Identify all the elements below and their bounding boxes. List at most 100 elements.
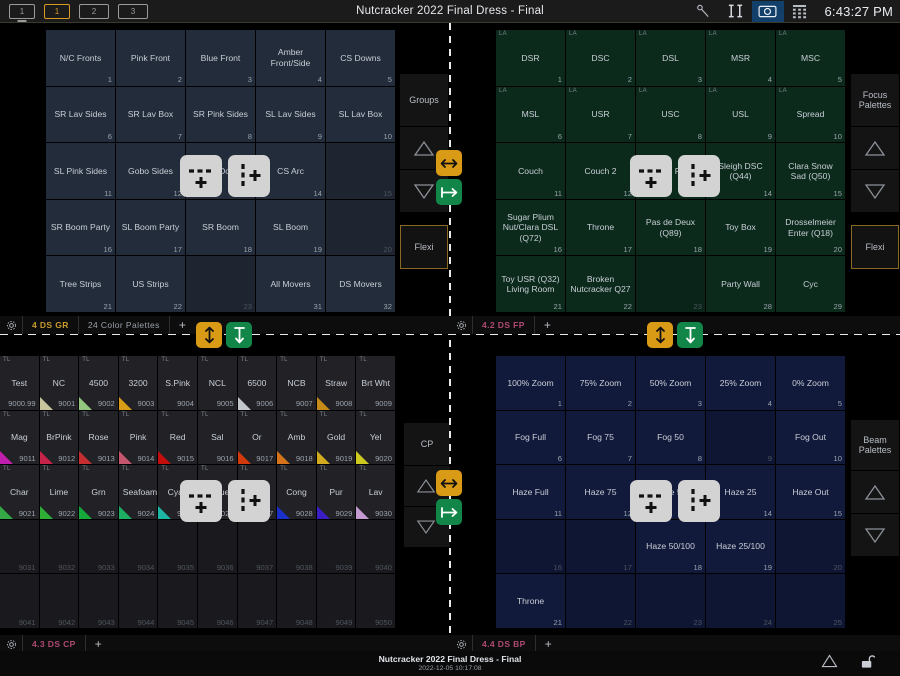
palette-cell[interactable]: TLGrn9023 [79, 465, 118, 519]
beam-page-up-button[interactable] [851, 471, 899, 513]
gear-icon[interactable] [450, 639, 472, 650]
split-horizontal-cursor[interactable] [180, 480, 222, 522]
palette-cell[interactable]: SL Boom Party17 [116, 200, 185, 256]
palette-cell[interactable]: LADSL3 [636, 30, 705, 86]
split-horizontal-cursor[interactable] [630, 155, 672, 197]
palette-cell[interactable]: TL32009003 [119, 356, 158, 410]
palette-cell[interactable]: Fog 757 [566, 411, 635, 465]
palette-cell[interactable]: TLTest9000.99 [0, 356, 39, 410]
palette-cell[interactable]: 9032 [40, 520, 79, 574]
palette-cell[interactable]: 25% Zoom4 [706, 356, 775, 410]
palette-cell[interactable]: Gobo Sides12 [116, 143, 185, 199]
palette-cell[interactable]: Pink Front2 [116, 30, 185, 86]
palette-cell[interactable]: 15 [326, 143, 395, 199]
palette-cell[interactable]: TL45009002 [79, 356, 118, 410]
palette-cell[interactable]: 9031 [0, 520, 39, 574]
palette-cell[interactable]: TLNCL9005 [198, 356, 237, 410]
palette-cell[interactable]: TLS.Pink9004 [158, 356, 197, 410]
palette-cell[interactable]: 9 [706, 411, 775, 465]
palette-cell[interactable]: Toy Box19 [706, 200, 775, 256]
palette-cell[interactable]: TLChar9021 [0, 465, 39, 519]
palette-cell[interactable]: 20 [776, 520, 845, 574]
resize-vertical-handle-left[interactable] [196, 322, 222, 348]
palette-cell[interactable]: LAMSL6 [496, 87, 565, 143]
resize-horizontal-handle-top[interactable] [436, 150, 462, 176]
palette-cell[interactable]: 9035 [158, 520, 197, 574]
palette-cell[interactable]: TLMag9011 [0, 411, 39, 465]
magic-wand-icon[interactable] [688, 1, 720, 22]
palette-cell[interactable]: SR Boom18 [186, 200, 255, 256]
resize-vertical-handle-right[interactable] [647, 322, 673, 348]
palette-cell[interactable]: TLStraw9008 [317, 356, 356, 410]
groups-flexi-button[interactable]: Flexi [400, 225, 448, 269]
palette-cell[interactable]: 17 [566, 520, 635, 574]
palette-cell[interactable]: 16 [496, 520, 565, 574]
palette-cell[interactable]: 9041 [0, 574, 39, 628]
palette-cell[interactable]: N/C Fronts1 [46, 30, 115, 86]
palette-cell[interactable]: 25 [776, 574, 845, 628]
gear-icon[interactable] [450, 320, 472, 331]
palette-cell[interactable]: TLNC9001 [40, 356, 79, 410]
split-horizontal-cursor[interactable] [630, 480, 672, 522]
palette-cell[interactable]: TLLav9030 [356, 465, 395, 519]
palette-cell[interactable]: 23 [186, 256, 255, 312]
palette-cell[interactable]: Haze 7512 [566, 465, 635, 519]
palette-cell[interactable]: TLPur9029 [317, 465, 356, 519]
palette-cell[interactable]: 9039 [317, 520, 356, 574]
palette-cell[interactable]: 9033 [79, 520, 118, 574]
palette-cell[interactable]: 9034 [119, 520, 158, 574]
palette-cell[interactable]: LAUSR7 [566, 87, 635, 143]
focus-page-up-button[interactable] [851, 127, 899, 169]
palette-cell[interactable]: Cyc29 [776, 256, 845, 312]
palette-cell[interactable]: LADSC2 [566, 30, 635, 86]
snap-down-handle-left[interactable] [226, 322, 252, 348]
palette-cell[interactable]: 9040 [356, 520, 395, 574]
palette-cell[interactable]: Haze 25/10019 [706, 520, 775, 574]
palette-cell[interactable]: 9046 [198, 574, 237, 628]
snap-right-handle-bottom[interactable] [436, 499, 462, 525]
palette-cell[interactable]: SR Lav Sides6 [46, 87, 115, 143]
palette-cell[interactable]: 9042 [40, 574, 79, 628]
palette-cell[interactable]: TLSal9016 [198, 411, 237, 465]
palette-cell[interactable]: Fog Full6 [496, 411, 565, 465]
palette-cell[interactable]: 9049 [317, 574, 356, 628]
palette-cell[interactable]: Fog Out10 [776, 411, 845, 465]
palette-cell[interactable]: Throne21 [496, 574, 565, 628]
monitor-button-main[interactable]: 1 [9, 4, 35, 19]
focus-page-down-button[interactable] [851, 170, 899, 212]
monitor-button-2[interactable]: 2 [79, 4, 109, 19]
palette-cell[interactable]: TLOr9017 [238, 411, 277, 465]
palette-cell[interactable]: Clara Snow Sad (Q50)15 [776, 143, 845, 199]
palette-cell[interactable]: All Movers31 [256, 256, 325, 312]
palette-cell[interactable]: TLAmb9018 [277, 411, 316, 465]
palette-cell[interactable]: TLSeafoam9024 [119, 465, 158, 519]
monitor-button-1[interactable]: 1 [44, 4, 70, 19]
beam-page-down-button[interactable] [851, 514, 899, 556]
palette-cell[interactable]: LAUSC8 [636, 87, 705, 143]
palette-cell[interactable]: 9047 [238, 574, 277, 628]
palette-cell[interactable]: Blue Front3 [186, 30, 255, 86]
palette-cell[interactable]: 9037 [238, 520, 277, 574]
palette-cell[interactable]: TLYel9020 [356, 411, 395, 465]
palette-cell[interactable]: Amber Front/Side4 [256, 30, 325, 86]
snap-down-handle-right[interactable] [677, 322, 703, 348]
palette-cell[interactable]: 100% Zoom1 [496, 356, 565, 410]
tab-4-2-ds-fp[interactable]: 4.2 DS FP [472, 316, 535, 334]
palette-cell[interactable]: TLBrt Wht9009 [356, 356, 395, 410]
palette-cell[interactable]: 23 [636, 574, 705, 628]
palette-cell[interactable]: Couch 212 [566, 143, 635, 199]
fader-pair-icon[interactable] [720, 1, 752, 22]
palette-cell[interactable]: 9045 [158, 574, 197, 628]
focus-flexi-button[interactable]: Flexi [851, 225, 899, 269]
split-vertical-cursor[interactable] [678, 480, 720, 522]
palette-cell[interactable]: LAUSL9 [706, 87, 775, 143]
split-vertical-cursor[interactable] [228, 480, 270, 522]
palette-cell[interactable]: 22 [566, 574, 635, 628]
palette-cell[interactable]: Haze Full11 [496, 465, 565, 519]
palette-cell[interactable]: TLRose9013 [79, 411, 118, 465]
palette-cell[interactable]: 0% Zoom5 [776, 356, 845, 410]
palette-cell[interactable]: SL Lav Sides9 [256, 87, 325, 143]
monitor-button-3[interactable]: 3 [118, 4, 148, 19]
palette-cell[interactable]: LASpread10 [776, 87, 845, 143]
palette-cell[interactable]: TLNCB9007 [277, 356, 316, 410]
